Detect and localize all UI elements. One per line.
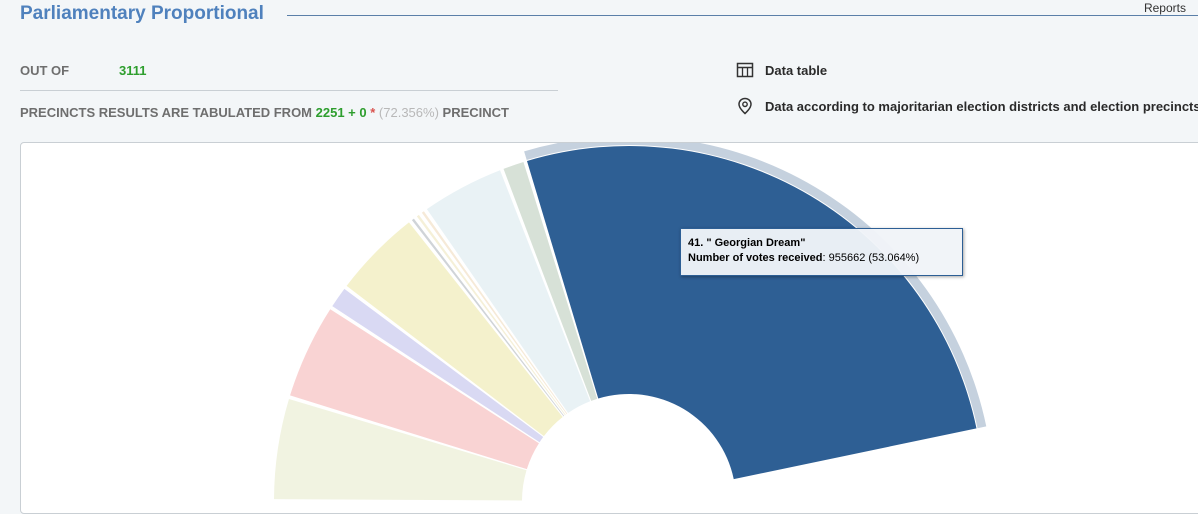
- data-table-link[interactable]: Data table: [736, 61, 827, 79]
- data-table-label: Data table: [765, 62, 828, 78]
- tooltip-votes-value: : 955662 (53.064%): [822, 252, 920, 264]
- tabulated-count: 2251 + 0: [315, 105, 367, 120]
- chart-panel: [20, 142, 1198, 514]
- table-icon: [736, 61, 754, 79]
- page-title: Parliamentary Proportional: [20, 3, 264, 24]
- location-pin-icon: [736, 97, 754, 115]
- out-of-label: OUT OF: [20, 63, 70, 78]
- out-of-value: 3111: [119, 63, 147, 78]
- tooltip-votes-label: Number of votes received: [688, 252, 823, 264]
- pie-slice-georgian-dream[interactable]: [526, 146, 977, 480]
- precincts-line: PRECINCTS RESULTS ARE TABULATED FROM 225…: [20, 105, 509, 120]
- asterisk: *: [370, 105, 376, 120]
- precincts-prefix: PRECINCTS RESULTS ARE TABULATED FROM: [20, 105, 313, 120]
- tooltip-title: 41. " Georgian Dream": [688, 237, 806, 249]
- precinct-suffix: PRECINCT: [442, 105, 509, 120]
- tabulated-percent: (72.356%): [378, 105, 439, 120]
- districts-link[interactable]: Data according to majoritarian election …: [736, 97, 1198, 115]
- title-divider: [287, 15, 1198, 16]
- districts-label: Data according to majoritarian election …: [765, 98, 1198, 114]
- reports-link[interactable]: Reports: [1144, 1, 1186, 15]
- chart-tooltip: 41. " Georgian Dream" Number of votes re…: [680, 228, 963, 276]
- pie-chart: [274, 143, 987, 501]
- stats-divider: [20, 90, 558, 91]
- tooltip-votes: Number of votes received: 955662 (53.064…: [688, 251, 962, 266]
